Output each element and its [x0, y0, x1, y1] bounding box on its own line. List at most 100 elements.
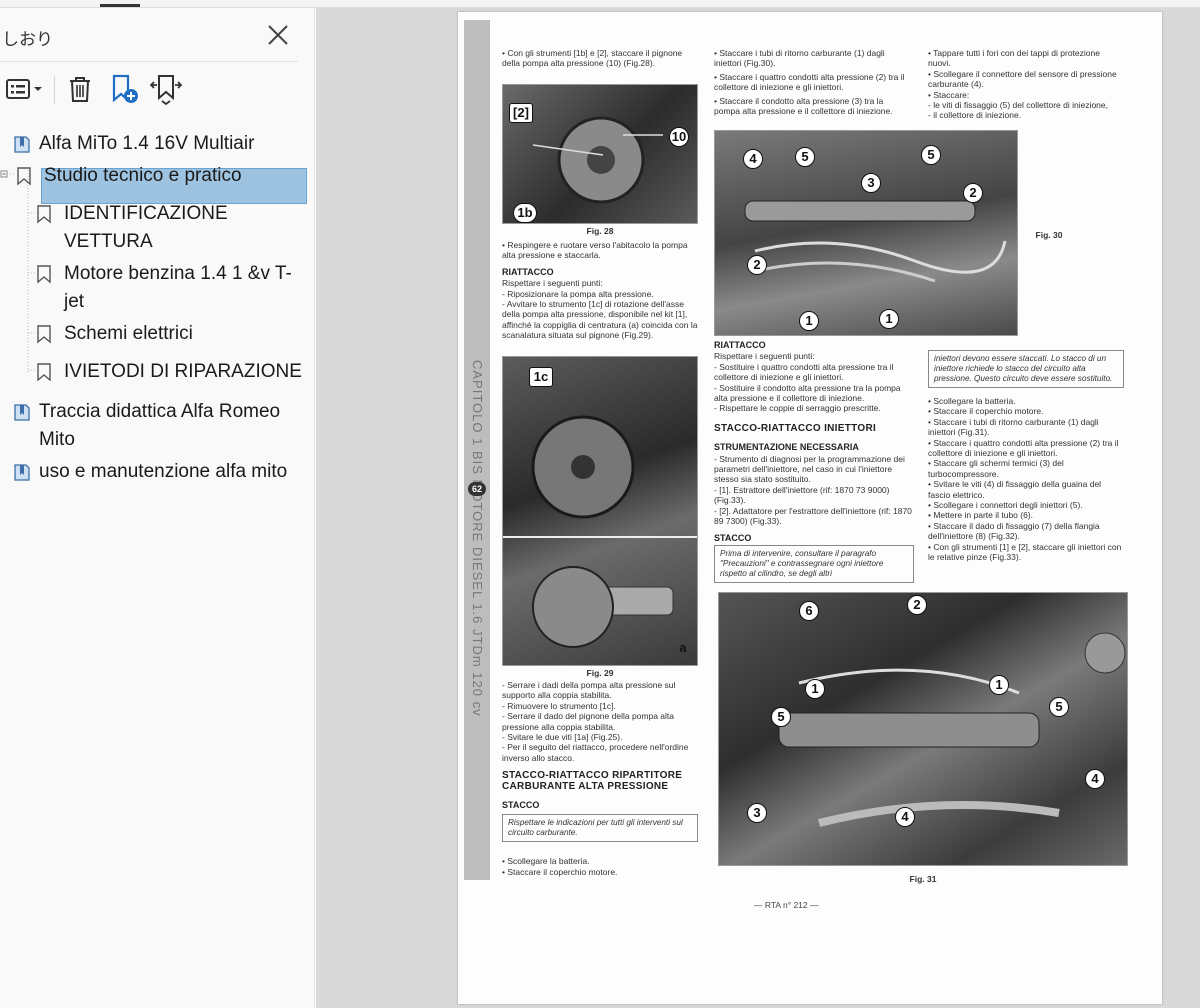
bookmark-icon: [37, 325, 51, 344]
bookmark-icon: [17, 167, 31, 186]
paragraph: - il collettore di iniezione.: [928, 110, 1022, 121]
paragraph: Rispettare i seguenti punti:: [502, 278, 603, 289]
callout-4: 4: [743, 149, 763, 169]
callout-1c: 1c: [529, 367, 553, 387]
paragraph: • Staccare il coperchio motore.: [502, 866, 618, 877]
paragraph: • Respingere e ruotare verso l'abitacolo…: [502, 240, 688, 261]
bookmark-label: Traccia didattica Alfa Romeo Mito: [39, 401, 281, 450]
paragraph: • Tappare tutti i fori con dei tappi di …: [928, 48, 1100, 69]
section-heading: RIATTACCO: [502, 266, 554, 277]
callout-2: [2]: [509, 103, 533, 123]
paragraph: - Serrare i dadi della pompa alta pressi…: [502, 680, 676, 701]
bookmark-label: Studio tecnico e pratico: [44, 165, 242, 186]
panel-divider: [0, 61, 298, 62]
warning-note: Rispettare le indicazioni per tutti gli …: [502, 814, 698, 843]
callout-2b: 2: [747, 255, 767, 275]
figure-31-caption: Fig. 31: [909, 874, 937, 884]
paragraph: • Staccare il coperchio motore.: [928, 406, 1044, 417]
paragraph: • Scollegare la batteria.: [502, 856, 590, 867]
bookmark-icon: [37, 363, 51, 382]
window-top-strip: [0, 0, 1200, 8]
figure-29-caption: Fig. 29: [586, 668, 614, 678]
paragraph: - Serrare il dado del pignone della pomp…: [502, 711, 675, 732]
callout-3: 3: [861, 173, 881, 193]
paragraph: - Avvitare lo strumento [1c] di rotazion…: [502, 299, 698, 341]
bookmarks-panel: しおり Alfa MiTo 1.4 16V Multiair Studio te…: [0, 8, 315, 1008]
callout-2: 2: [907, 595, 927, 615]
add-bookmark-icon: [112, 74, 138, 103]
bookmark-icon: [37, 205, 51, 224]
paragraph: • Staccare i quattro condotti alta press…: [714, 71, 905, 93]
callout-1b: 1: [879, 309, 899, 329]
callout-1b: 1: [989, 675, 1009, 695]
bookmark-book-icon: [14, 404, 30, 421]
paragraph: • Staccare gli schermi termici (3) del t…: [928, 458, 1064, 479]
page-footer: — RTA n° 212 —: [754, 900, 819, 910]
paragraph: - Per il seguito del riattacco, proceder…: [502, 742, 689, 763]
pdf-page: CAPITOLO 1 BIS MOTORE DIESEL 1.6 JTDm 12…: [458, 12, 1162, 1004]
page-number-badge: 62: [468, 482, 486, 496]
callout-5b: 5: [1049, 697, 1069, 717]
paragraph: - Strumento di diagnosi per la programma…: [714, 453, 905, 485]
bookmark-label: IDENTIFICAZIONE VETTURA: [64, 203, 228, 252]
paragraph: - Sostituire i quattro condotti alta pre…: [714, 361, 894, 383]
delete-bookmark-button[interactable]: [62, 72, 98, 106]
bookmark-label: IVIETODI DI RIPARAZIONE: [64, 361, 302, 382]
callout-2: 2: [963, 183, 983, 203]
paragraph: • Staccare i tubi di ritorno carburante …: [928, 416, 1099, 438]
callout-5: 5: [795, 147, 815, 167]
paragraph: • Staccare il dado di fissaggio (7) dell…: [928, 520, 1100, 542]
paragraph: • Con gli strumenti [1b] e [2], staccare…: [502, 48, 683, 69]
text-column-1b: • Respingere e ruotare verso l'abitacolo…: [502, 240, 698, 344]
figure-28-photo: [2] 10 1b: [502, 84, 698, 224]
section-heading: STACCO-RIATTACCO RIPARTITORE CARBURANTE …: [502, 770, 683, 792]
section-heading: STACCO: [714, 532, 752, 543]
callout-5b: 5: [921, 145, 941, 165]
section-heading: STACCO: [502, 800, 540, 811]
callout-1b: 1b: [513, 203, 537, 223]
paragraph: • Staccare i quattro condotti alta press…: [928, 437, 1119, 459]
expand-bookmark-button[interactable]: [146, 72, 186, 106]
paragraph: • Staccare:: [928, 89, 970, 100]
new-bookmark-button[interactable]: [106, 72, 142, 106]
document-viewer[interactable]: CAPITOLO 1 BIS MOTORE DIESEL 1.6 JTDm 12…: [316, 8, 1200, 1008]
paragraph: • Staccare il condotto alta pressione (3…: [714, 95, 893, 117]
options-menu-button[interactable]: [4, 72, 44, 106]
paragraph: - [1]. Estrattore dell'iniettore (rif: 1…: [714, 484, 890, 506]
text-column-2b: RIATTACCO Rispettare i seguenti punti: -…: [714, 340, 914, 583]
paragraph: - le viti di fissaggio (5) del collettor…: [928, 100, 1109, 111]
callout-5: 5: [771, 707, 791, 727]
panel-title: しおり: [2, 30, 53, 49]
bookmark-icon: [37, 265, 51, 284]
figure-29-photo: 1c a: [502, 356, 698, 666]
paragraph: • Scollegare il connettore del sensore d…: [928, 68, 1117, 90]
section-heading: RIATTACCO: [714, 340, 766, 350]
text-column-2: • Staccare i tubi di ritorno carburante …: [714, 48, 910, 119]
list-options-icon: [6, 79, 42, 99]
text-column-3b: iniettori devono essere staccati. Lo sta…: [928, 350, 1124, 566]
paragraph: • Svitare le viti (4) di fissaggio della…: [928, 479, 1102, 500]
figure-30-photo: 4 5 3 5 2 2 1 1: [714, 130, 1018, 336]
figure-31-photo: 6 2 1 1 5 5 4 3 4: [718, 592, 1128, 866]
bookmark-book-icon: [14, 136, 30, 153]
paragraph: • Con gli strumenti [1] e [2], staccare …: [928, 541, 1122, 563]
callout-3: 3: [747, 803, 767, 823]
close-icon[interactable]: [264, 21, 292, 49]
callout-a: a: [679, 640, 687, 655]
warning-note: iniettori devono essere staccati. Lo sta…: [928, 350, 1124, 388]
paragraph: - Rispettare le coppie di serraggio pres…: [714, 403, 881, 414]
bookmark-toolbar: [0, 72, 300, 108]
paragraph: • Scollegare i connettori degli iniettor…: [928, 500, 1083, 511]
active-tab-indicator: [100, 4, 140, 7]
paragraph: • Staccare i tubi di ritorno carburante …: [714, 48, 885, 69]
spine-text: CAPITOLO 1 BIS MOTORE DIESEL 1.6 JTDm 12…: [470, 360, 485, 717]
section-heading: STRUMENTAZIONE NECESSARIA: [714, 442, 859, 453]
trash-icon: [70, 77, 90, 102]
paragraph: - Riposizionare la pompa alta pressione.: [502, 288, 654, 299]
bookmark-label: uso e manutenzione alfa mito: [39, 461, 288, 482]
section-heading: STACCO-RIATTACCO INIETTORI: [714, 422, 877, 434]
paragraph: • Scollegare la batteria.: [928, 396, 1016, 406]
toolbar-separator: [54, 76, 55, 104]
text-column-1: • Con gli strumenti [1b] e [2], staccare…: [502, 48, 698, 72]
callout-1: 1: [799, 311, 819, 331]
